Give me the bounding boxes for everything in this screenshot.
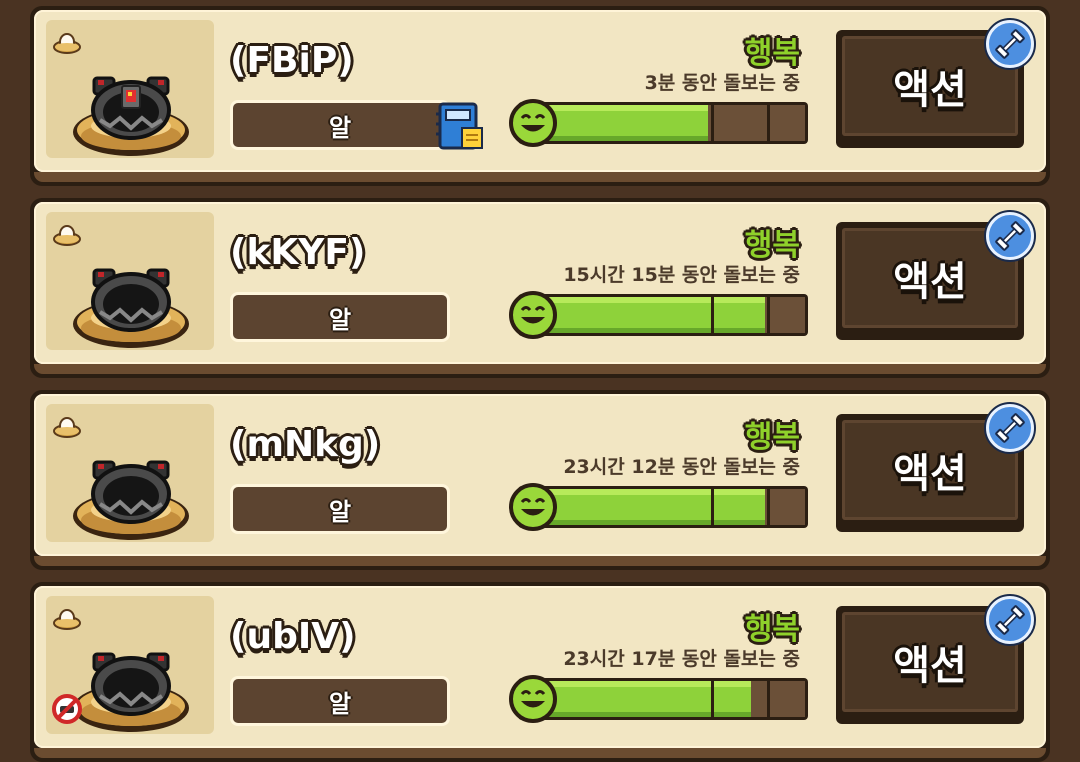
care-time-text: 15시간 15분 동안 돌보는 중 (563, 264, 800, 286)
monster-card[interactable]: (mNkg) 알 행복 23시간 12분 동안 돌보는 중 액션 (30, 390, 1050, 570)
egg-nest-icon (53, 225, 81, 246)
dumbbell-icon[interactable] (984, 18, 1036, 70)
mood-label: 행복 (744, 36, 800, 71)
action-button-label: 액션 (893, 259, 967, 305)
monster-name: (FBiP) (230, 40, 354, 81)
card-body: (ubIV) 알 행복 23시간 17분 동안 돌보는 중 액션 (34, 586, 1046, 748)
care-time-text: 23시간 12분 동안 돌보는 중 (563, 456, 800, 478)
bar-divider (767, 105, 770, 141)
dumbbell-icon[interactable] (984, 210, 1036, 262)
bar-divider (711, 681, 714, 717)
card-shadow (34, 172, 1046, 182)
egg-monster-sprite (73, 652, 189, 732)
monster-name: (mNkg) (230, 424, 381, 465)
action-button-label: 액션 (893, 451, 967, 497)
mood-label: 행복 (744, 612, 800, 647)
monster-type-pill: 알 (230, 100, 450, 150)
dumbbell-icon[interactable] (984, 402, 1036, 454)
monster-type-label: 알 (328, 305, 352, 334)
happiness-bar (518, 294, 808, 336)
bar-divider (711, 489, 714, 525)
bar-divider (767, 297, 770, 333)
monster-card[interactable]: (ubIV) 알 행복 23시간 17분 동안 돌보는 중 액션 (30, 582, 1050, 762)
monster-type-pill: 알 (230, 292, 450, 342)
happiness-bar-background (521, 681, 805, 717)
dumbbell-icon[interactable] (984, 594, 1036, 646)
mood-label: 행복 (744, 228, 800, 263)
bar-divider (711, 297, 714, 333)
monster-type-label: 알 (328, 113, 352, 142)
happy-face-icon (509, 291, 557, 339)
egg-monster-sprite (73, 460, 189, 540)
card-body: (FBiP) 알 행복 3분 동안 돌보는 중 액션 (34, 10, 1046, 172)
monster-type-pill: 알 (230, 676, 450, 726)
no-entry-icon (52, 694, 82, 724)
bar-divider (767, 681, 770, 717)
happiness-bar (518, 102, 808, 144)
action-button-label: 액션 (893, 67, 967, 113)
happy-face-icon (509, 99, 557, 147)
egg-monster-sprite (73, 76, 189, 156)
egg-nest-icon (53, 609, 81, 630)
happiness-bar-background (521, 297, 805, 333)
card-shadow (34, 748, 1046, 758)
monster-name: (kKYF) (230, 232, 366, 273)
monster-type-pill: 알 (230, 484, 450, 534)
egg-monster-sprite (73, 268, 189, 348)
happy-face-icon (509, 483, 557, 531)
egg-nest-icon (53, 417, 81, 438)
card-shadow (34, 556, 1046, 566)
happiness-bar (518, 678, 808, 720)
care-time-text: 3분 동안 돌보는 중 (644, 72, 800, 94)
monster-name: (ubIV) (230, 616, 356, 657)
happiness-bar (518, 486, 808, 528)
card-body: (mNkg) 알 행복 23시간 12분 동안 돌보는 중 액션 (34, 394, 1046, 556)
bar-divider (711, 105, 714, 141)
monster-type-label: 알 (328, 497, 352, 526)
notebook-icon[interactable] (436, 100, 486, 154)
card-body: (kKYF) 알 행복 15시간 15분 동안 돌보는 중 액션 (34, 202, 1046, 364)
monster-card[interactable]: (FBiP) 알 행복 3분 동안 돌보는 중 액션 (30, 6, 1050, 186)
mood-label: 행복 (744, 420, 800, 455)
action-button-label: 액션 (893, 643, 967, 689)
bar-divider (767, 489, 770, 525)
happiness-bar-background (521, 489, 805, 525)
happiness-bar-background (521, 105, 805, 141)
monster-card[interactable]: (kKYF) 알 행복 15시간 15분 동안 돌보는 중 액션 (30, 198, 1050, 378)
care-time-text: 23시간 17분 동안 돌보는 중 (563, 648, 800, 670)
card-shadow (34, 364, 1046, 374)
egg-nest-icon (53, 33, 81, 54)
monster-type-label: 알 (328, 689, 352, 718)
happy-face-icon (509, 675, 557, 723)
